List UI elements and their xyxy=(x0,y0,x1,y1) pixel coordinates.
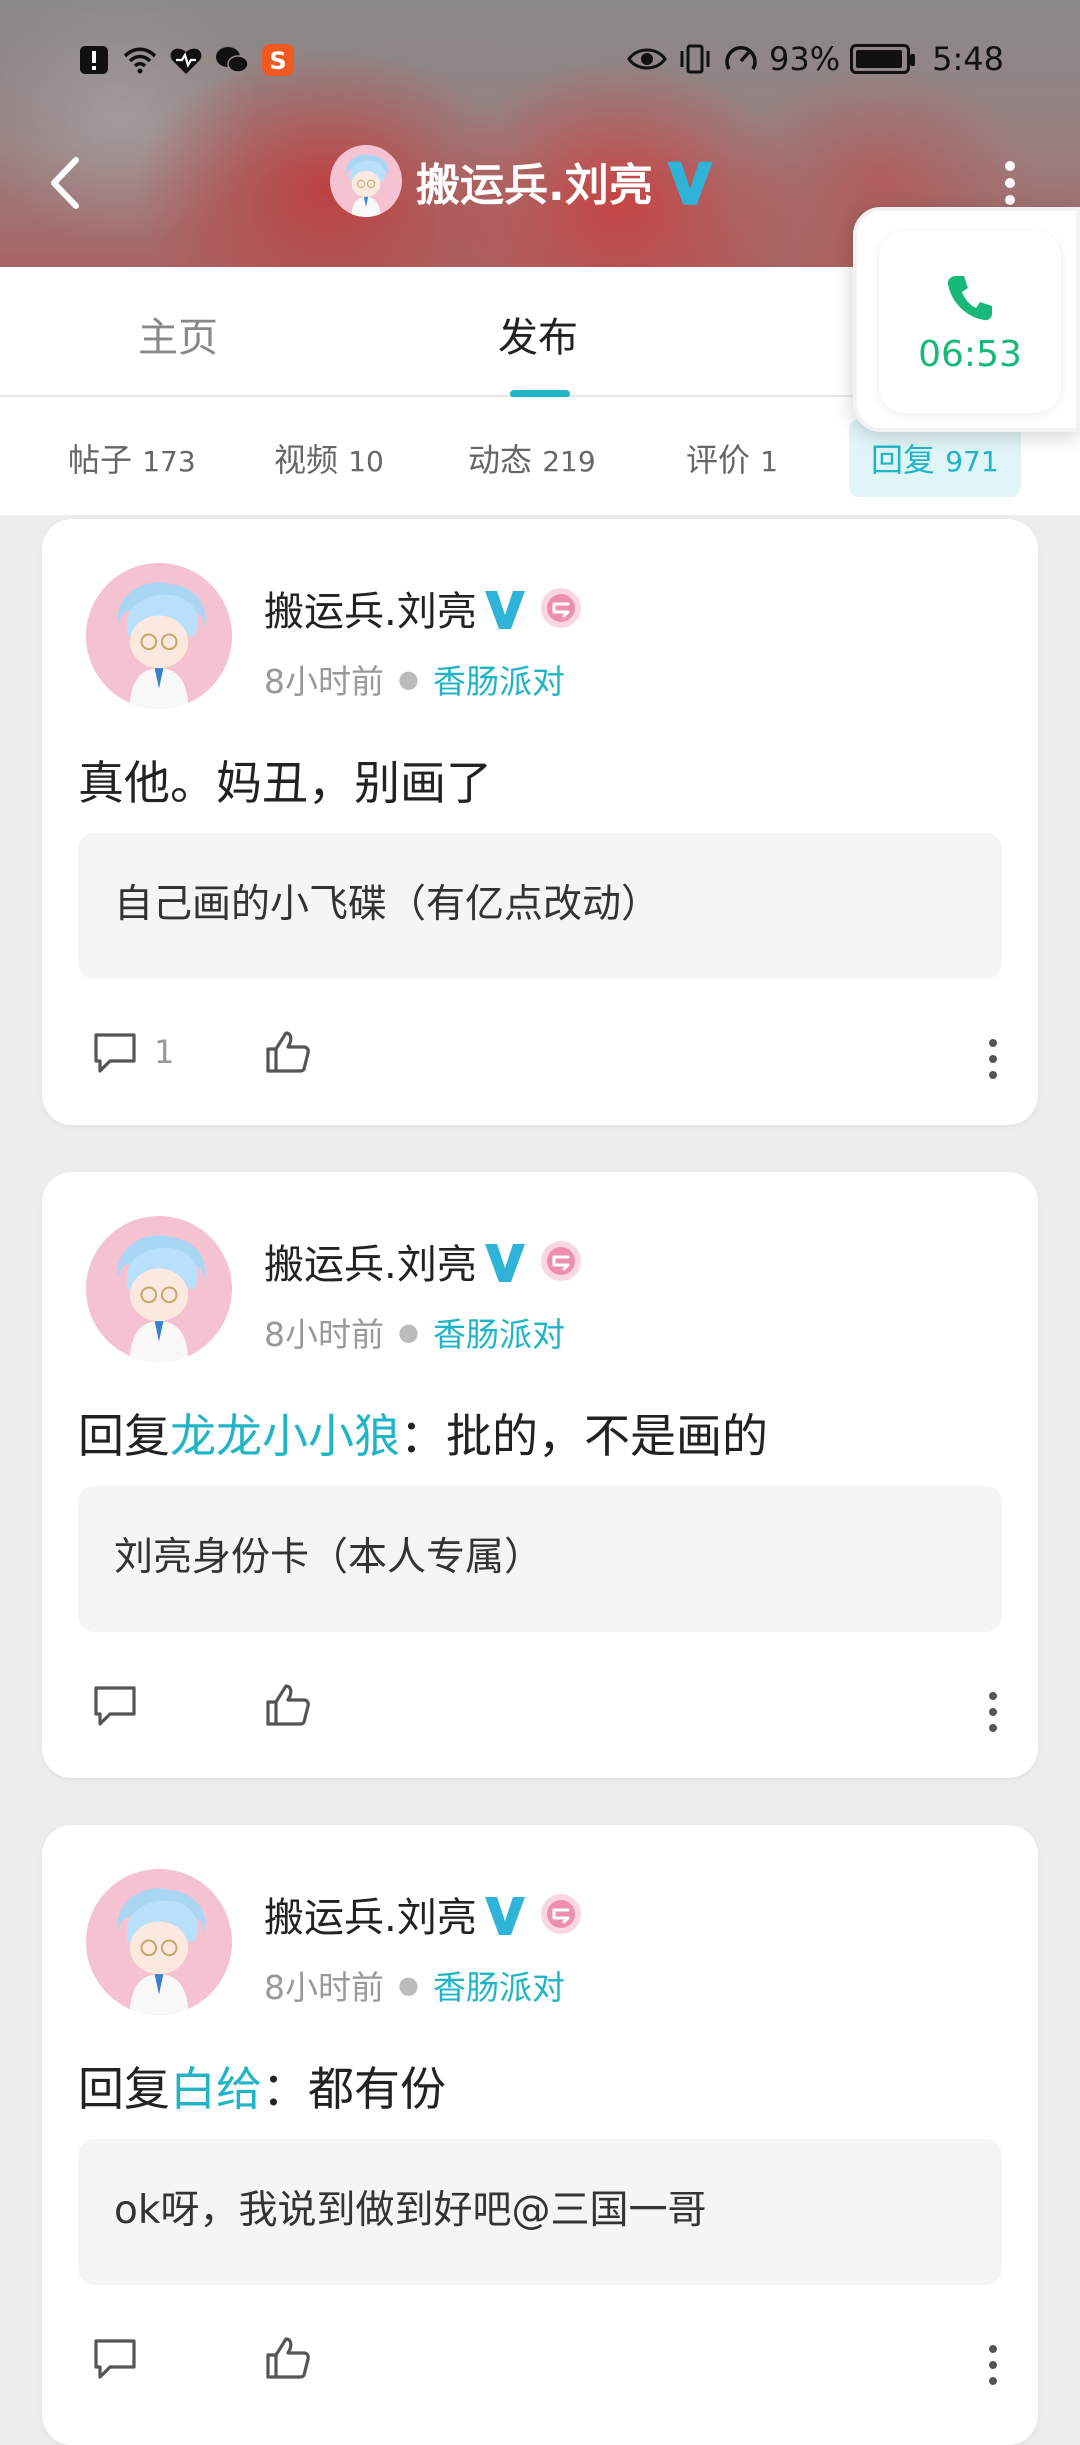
post-text: 回复白给：都有份 xyxy=(78,2053,446,2119)
reply-body: ：都有份 xyxy=(262,2062,446,2116)
post-time: 8小时前 xyxy=(264,1315,384,1354)
avatar[interactable] xyxy=(86,1869,232,2015)
subtab-posts[interactable]: 帖子 173 xyxy=(68,435,196,481)
mention-link[interactable]: 龙龙小小狼 xyxy=(170,1409,400,1463)
reply-prefix: 回复 xyxy=(78,1409,170,1463)
verified-v-icon xyxy=(485,1238,525,1284)
tab-home[interactable]: 主页 xyxy=(138,305,218,363)
post-text: 真他。妈丑，别画了 xyxy=(78,756,492,810)
group-link[interactable]: 香肠派对 xyxy=(433,1308,565,1356)
more-icon[interactable] xyxy=(986,2343,1000,2387)
reply-body: ：批的，不是画的 xyxy=(400,1409,768,1463)
status-bar: S 93% 5:48 xyxy=(0,0,1080,126)
subtab-moments[interactable]: 动态 219 xyxy=(468,435,596,481)
like-button[interactable] xyxy=(262,1680,312,1730)
separator-dot: ● xyxy=(398,1318,419,1346)
comment-icon xyxy=(90,1680,140,1730)
comment-button[interactable] xyxy=(90,1680,140,1730)
quoted-post[interactable]: 自己画的小飞碟（有亿点改动） xyxy=(78,833,1002,979)
post-card[interactable]: 搬运兵.刘亮 8小时前 ● 香肠派对 真他。妈丑，别画了 自己画的小飞碟（有亿点… xyxy=(42,519,1038,1125)
sogou-icon: S xyxy=(262,44,294,76)
clock: 5:48 xyxy=(932,40,1004,78)
call-timer: 06:53 xyxy=(918,333,1022,375)
health-icon xyxy=(170,48,202,74)
floating-call-widget: 06:53 xyxy=(853,207,1080,432)
separator-dot: ● xyxy=(398,665,419,693)
level-badge-icon xyxy=(539,1892,583,1936)
eye-icon xyxy=(627,48,667,70)
post-time: 8小时前 xyxy=(264,662,384,701)
comment-button[interactable]: 1 xyxy=(90,1027,174,1077)
post-actions xyxy=(42,2325,1038,2405)
header-avatar xyxy=(330,145,402,217)
post-time: 8小时前 xyxy=(264,1968,384,2007)
group-link[interactable]: 香肠派对 xyxy=(433,1961,565,2009)
post-actions: 1 xyxy=(42,1019,1038,1099)
header-title[interactable]: 搬运兵.刘亮 xyxy=(330,145,713,217)
more-icon[interactable] xyxy=(986,1690,1000,1734)
comment-count: 1 xyxy=(154,1033,175,1071)
author-name[interactable]: 搬运兵.刘亮 xyxy=(264,1885,477,1943)
subtab-videos[interactable]: 视频 10 xyxy=(274,435,384,481)
comment-button[interactable] xyxy=(90,2333,140,2383)
author-name[interactable]: 搬运兵.刘亮 xyxy=(264,1232,477,1290)
svg-text:S: S xyxy=(269,47,286,75)
subtab-reviews[interactable]: 评价 1 xyxy=(686,435,778,481)
more-icon[interactable] xyxy=(986,1037,1000,1081)
call-button[interactable]: 06:53 xyxy=(879,231,1061,413)
like-button[interactable] xyxy=(262,2333,312,2383)
quoted-post[interactable]: 刘亮身份卡（本人专属） xyxy=(78,1486,1002,1632)
level-badge-icon xyxy=(539,1239,583,1283)
comment-icon xyxy=(90,1027,140,1077)
post-actions xyxy=(42,1672,1038,1752)
post-text: 回复龙龙小小狼：批的，不是画的 xyxy=(78,1400,768,1466)
level-badge-icon xyxy=(539,586,583,630)
avatar[interactable] xyxy=(86,563,232,709)
back-button[interactable] xyxy=(40,150,90,216)
like-button[interactable] xyxy=(262,1027,312,1077)
avatar[interactable] xyxy=(86,1216,232,1362)
alert-icon xyxy=(80,46,108,74)
comment-icon xyxy=(90,2333,140,2383)
author-name[interactable]: 搬运兵.刘亮 xyxy=(264,579,477,637)
wechat-icon xyxy=(216,47,249,73)
thumbs-up-icon xyxy=(262,2333,312,2383)
verified-v-icon xyxy=(485,585,525,631)
thumbs-up-icon xyxy=(262,1680,312,1730)
quoted-post[interactable]: ok呀，我说到做到好吧@三国一哥 xyxy=(78,2139,1002,2285)
mention-link[interactable]: 白给 xyxy=(170,2062,262,2116)
wifi-icon xyxy=(123,47,157,74)
more-options-icon[interactable] xyxy=(998,158,1022,208)
thumbs-up-icon xyxy=(262,1027,312,1077)
speed-icon xyxy=(725,46,757,70)
battery-percent: 93% xyxy=(769,40,841,78)
post-card[interactable]: 搬运兵.刘亮 8小时前 ● 香肠派对 回复白给：都有份 ok呀，我说到做到好吧@… xyxy=(42,1825,1038,2445)
reply-prefix: 回复 xyxy=(78,2062,170,2116)
battery-icon xyxy=(850,44,916,74)
separator-dot: ● xyxy=(398,1971,419,1999)
post-card[interactable]: 搬运兵.刘亮 8小时前 ● 香肠派对 回复龙龙小小狼：批的，不是画的 刘亮身份卡… xyxy=(42,1172,1038,1778)
tab-published[interactable]: 发布 xyxy=(498,305,578,363)
verified-v-icon xyxy=(485,1891,525,1937)
verified-v-icon xyxy=(667,155,713,207)
group-link[interactable]: 香肠派对 xyxy=(433,655,565,703)
vibrate-icon xyxy=(680,44,710,74)
phone-icon xyxy=(947,275,992,320)
header-username: 搬运兵.刘亮 xyxy=(416,160,653,211)
